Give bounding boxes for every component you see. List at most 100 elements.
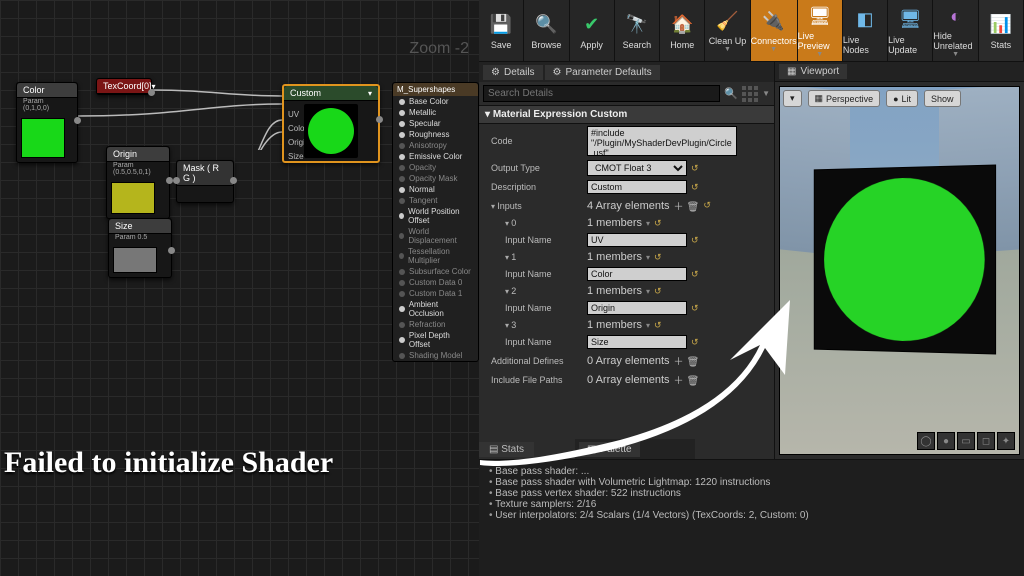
lit-mode-button[interactable]: ●Lit bbox=[886, 90, 918, 107]
label-input-index[interactable]: 1 bbox=[491, 252, 587, 262]
preview-mesh[interactable] bbox=[814, 164, 996, 354]
live-preview-button[interactable]: 🖥Live Preview▼ bbox=[798, 0, 843, 61]
tab-viewport[interactable]: ▦Viewport bbox=[779, 64, 847, 79]
input-name-field[interactable] bbox=[587, 233, 687, 247]
node-texcoord[interactable]: TexCoord[0]▾ bbox=[96, 78, 152, 95]
browse-button[interactable]: 🔍Browse bbox=[524, 0, 569, 61]
material-input-opacity[interactable]: Opacity bbox=[393, 162, 478, 173]
output-pin[interactable] bbox=[74, 117, 81, 124]
material-input-subsurface-color[interactable]: Subsurface Color bbox=[393, 266, 478, 277]
apply-button[interactable]: ✔Apply bbox=[570, 0, 615, 61]
connectors-button[interactable]: 🔌Connectors▼ bbox=[751, 0, 798, 61]
node-size[interactable]: Size Param 0.5 bbox=[108, 218, 172, 278]
material-input-specular[interactable]: Specular bbox=[393, 118, 478, 129]
input-name-field[interactable] bbox=[587, 267, 687, 281]
shape-sphere-button[interactable]: ● bbox=[937, 432, 955, 450]
shape-cylinder-button[interactable]: ◯ bbox=[917, 432, 935, 450]
chevron-down-icon[interactable]: ▾ bbox=[646, 219, 650, 228]
reset-icon[interactable]: ↺ bbox=[691, 303, 699, 314]
reset-icon[interactable]: ↺ bbox=[654, 252, 662, 263]
material-input-refraction[interactable]: Refraction bbox=[393, 319, 478, 330]
reset-icon[interactable]: ↺ bbox=[691, 235, 699, 246]
hide-unrelated-button[interactable]: ◐Hide Unrelated▼ bbox=[933, 0, 978, 61]
live-nodes-button[interactable]: ◧Live Nodes bbox=[843, 0, 888, 61]
section-material-expression-custom[interactable]: ▾ Material Expression Custom bbox=[479, 105, 774, 124]
search-details-input[interactable] bbox=[483, 85, 720, 102]
tab-palette[interactable]: ▦Palette bbox=[575, 439, 695, 459]
home-button[interactable]: 🏠Home bbox=[660, 0, 705, 61]
material-input-tessellation-multiplier[interactable]: Tessellation Multiplier bbox=[393, 246, 478, 266]
material-input-pixel-depth-offset[interactable]: Pixel Depth Offset bbox=[393, 330, 478, 350]
label-input-index[interactable]: 2 bbox=[491, 286, 587, 296]
material-input-world-position-offset[interactable]: World Position Offset bbox=[393, 206, 478, 226]
reset-icon[interactable]: ↺ bbox=[691, 269, 699, 280]
label-inputs[interactable]: Inputs bbox=[491, 201, 587, 211]
material-input-ambient-occlusion[interactable]: Ambient Occlusion bbox=[393, 299, 478, 319]
chevron-down-icon[interactable]: ▼ bbox=[762, 89, 770, 98]
output-pin[interactable] bbox=[166, 177, 173, 184]
search-button[interactable]: 🔭Search bbox=[615, 0, 660, 61]
node-color[interactable]: Color Param (0,1,0,0) bbox=[16, 82, 78, 163]
material-input-base-color[interactable]: Base Color bbox=[393, 96, 478, 107]
search-icon[interactable]: 🔍 bbox=[724, 87, 738, 100]
clear-array-icon[interactable]: 🗑 bbox=[687, 376, 700, 387]
tab-stats[interactable]: ▤ Stats bbox=[479, 442, 534, 457]
input-name-field[interactable] bbox=[587, 301, 687, 315]
chevron-down-icon[interactable]: ▾ bbox=[646, 253, 650, 262]
material-input-roughness[interactable]: Roughness bbox=[393, 129, 478, 140]
node-custom[interactable]: Custom▾ UV Color Origin Size bbox=[282, 84, 380, 163]
input-pin[interactable] bbox=[173, 177, 180, 184]
material-input-opacity-mask[interactable]: Opacity Mask bbox=[393, 173, 478, 184]
label-input-index[interactable]: 3 bbox=[491, 320, 587, 330]
shape-mesh-button[interactable]: ✦ bbox=[997, 432, 1015, 450]
description-input[interactable] bbox=[587, 180, 687, 194]
save-button[interactable]: 💾Save bbox=[479, 0, 524, 61]
output-pin[interactable] bbox=[148, 89, 155, 96]
node-origin[interactable]: Origin Param (0.5,0.5,0,1) bbox=[106, 146, 170, 219]
reset-icon[interactable]: ↺ bbox=[654, 218, 662, 229]
shape-cube-button[interactable]: ◻ bbox=[977, 432, 995, 450]
chevron-down-icon[interactable]: ▾ bbox=[646, 287, 650, 296]
material-input-anisotropy[interactable]: Anisotropy bbox=[393, 140, 478, 151]
material-input-tangent[interactable]: Tangent bbox=[393, 195, 478, 206]
add-element-icon[interactable]: ＋ bbox=[674, 357, 684, 368]
reset-icon[interactable]: ↺ bbox=[691, 337, 699, 348]
material-input-custom-data-0[interactable]: Custom Data 0 bbox=[393, 277, 478, 288]
shape-plane-button[interactable]: ▭ bbox=[957, 432, 975, 450]
reset-icon[interactable]: ↺ bbox=[654, 286, 662, 297]
material-input-emissive-color[interactable]: Emissive Color bbox=[393, 151, 478, 162]
output-pin[interactable] bbox=[230, 177, 237, 184]
clear-array-icon[interactable]: 🗑 bbox=[687, 202, 700, 213]
input-name-field[interactable] bbox=[587, 335, 687, 349]
tab-details[interactable]: ⚙Details bbox=[483, 65, 543, 80]
material-input-shading-model[interactable]: Shading Model bbox=[393, 350, 478, 361]
perspective-button[interactable]: ▦Perspective bbox=[808, 90, 881, 107]
material-input-normal[interactable]: Normal bbox=[393, 184, 478, 195]
reset-icon[interactable]: ↺ bbox=[654, 320, 662, 331]
node-mask[interactable]: Mask ( R G ) bbox=[176, 160, 234, 203]
cleanup-button[interactable]: 🧹Clean Up▼ bbox=[705, 0, 750, 61]
material-input-world-displacement[interactable]: World Displacement bbox=[393, 226, 478, 246]
show-button[interactable]: Show bbox=[924, 90, 961, 107]
add-element-icon[interactable]: ＋ bbox=[674, 202, 684, 213]
viewport-3d-scene[interactable]: ◯ ● ▭ ◻ ✦ bbox=[779, 86, 1020, 455]
material-graph-canvas[interactable]: Zoom -2 Color Param (0,1,0,0) TexCoord[0… bbox=[0, 0, 479, 576]
clear-array-icon[interactable]: 🗑 bbox=[687, 357, 700, 368]
add-element-icon[interactable]: ＋ bbox=[674, 376, 684, 387]
material-input-metallic[interactable]: Metallic bbox=[393, 107, 478, 118]
output-pin[interactable] bbox=[376, 116, 383, 123]
live-update-button[interactable]: 🖥Live Update bbox=[888, 0, 933, 61]
output-type-select[interactable]: CMOT Float 3 bbox=[587, 160, 687, 176]
reset-icon[interactable]: ↺ bbox=[691, 163, 699, 174]
label-input-index[interactable]: 0 bbox=[491, 218, 587, 228]
viewport-menu-button[interactable]: ▾ bbox=[783, 90, 802, 107]
view-options-button[interactable] bbox=[742, 86, 758, 102]
reset-icon[interactable]: ↺ bbox=[703, 200, 711, 211]
stats-button[interactable]: 📊Stats bbox=[979, 0, 1024, 61]
material-output-node[interactable]: M_Supershapes Base ColorMetallicSpecular… bbox=[392, 82, 479, 362]
tab-parameter-defaults[interactable]: ⚙Parameter Defaults bbox=[545, 65, 660, 80]
material-input-custom-data-1[interactable]: Custom Data 1 bbox=[393, 288, 478, 299]
code-textarea[interactable] bbox=[587, 126, 737, 156]
chevron-down-icon[interactable]: ▾ bbox=[646, 321, 650, 330]
reset-icon[interactable]: ↺ bbox=[691, 182, 699, 193]
